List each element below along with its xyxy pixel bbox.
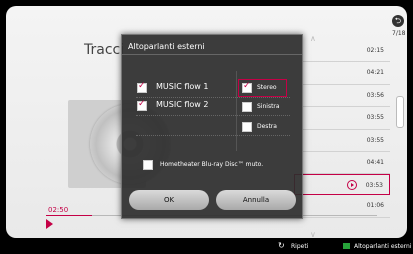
time-elapsed: 02:50 bbox=[48, 206, 69, 214]
dialog-title: Altoparlanti esterni bbox=[128, 42, 205, 51]
track-row[interactable]: 02:15 bbox=[302, 40, 390, 63]
page-indicator: 7/18 bbox=[392, 30, 406, 37]
divider bbox=[136, 135, 290, 137]
play-icon bbox=[46, 219, 53, 229]
divider bbox=[122, 54, 302, 55]
track-row-selected[interactable]: 03:53 bbox=[294, 174, 390, 196]
track-row[interactable]: 03:55 bbox=[302, 130, 390, 152]
track-time: 04:41 bbox=[366, 158, 384, 166]
track-time: 03:55 bbox=[366, 136, 384, 144]
track-time: 03:56 bbox=[366, 91, 384, 99]
track-time: 02:15 bbox=[366, 47, 384, 54]
track-time: 03:53 bbox=[365, 182, 383, 190]
track-time: 04:21 bbox=[366, 69, 384, 77]
track-title: Tracci bbox=[84, 42, 125, 58]
speakers-label[interactable]: Altoparlanti esterni bbox=[354, 243, 412, 250]
track-time: 03:55 bbox=[366, 114, 384, 122]
play-circle-icon bbox=[347, 180, 357, 191]
mute-label: Hometheater Blu-ray Disc™ muto. bbox=[160, 161, 264, 168]
checkbox-stereo[interactable] bbox=[242, 81, 252, 93]
bottom-bar: ↻ Ripeti Altoparlanti esterni bbox=[0, 238, 413, 254]
repeat-icon: ↻ bbox=[278, 241, 285, 250]
green-button-icon bbox=[343, 243, 350, 249]
track-list: 02:15 04:21 03:56 03:55 03:55 04:41 03:5… bbox=[294, 40, 390, 218]
checkbox-music-flow-2[interactable] bbox=[137, 99, 147, 111]
track-row[interactable]: 03:56 bbox=[302, 85, 390, 108]
device-label: MUSIC flow 1 bbox=[156, 82, 209, 91]
divider bbox=[236, 71, 237, 151]
back-icon[interactable]: ⮌ bbox=[392, 15, 404, 27]
track-row[interactable]: 04:41 bbox=[302, 152, 390, 175]
progress-fill bbox=[46, 215, 93, 216]
checkbox-destra[interactable] bbox=[242, 122, 252, 132]
repeat-label[interactable]: Ripeti bbox=[291, 243, 308, 250]
external-speakers-dialog: Altoparlanti esterni MUSIC flow 1 MUSIC … bbox=[121, 34, 303, 219]
checkbox-music-flow-1[interactable] bbox=[137, 81, 147, 93]
ok-button[interactable]: OK bbox=[129, 190, 209, 210]
scrollbar-thumb[interactable] bbox=[396, 96, 404, 128]
channel-label: Stereo bbox=[257, 84, 277, 91]
checkbox-sinistra[interactable] bbox=[242, 102, 252, 112]
track-row[interactable]: 04:21 bbox=[302, 62, 390, 85]
cancel-button[interactable]: Annulla bbox=[216, 190, 296, 210]
device-label: MUSIC flow 2 bbox=[156, 100, 209, 109]
divider bbox=[136, 115, 290, 117]
channel-label: Sinistra bbox=[257, 103, 280, 110]
divider bbox=[136, 97, 290, 99]
track-time: 01:06 bbox=[366, 202, 384, 210]
track-row[interactable]: 03:55 bbox=[302, 107, 390, 130]
scrollbar[interactable] bbox=[396, 76, 404, 152]
chevron-down-icon[interactable]: ∨ bbox=[310, 230, 316, 238]
channel-label: Destra bbox=[257, 123, 277, 130]
screen: ⮌ 7/18 Tracci ∧ 02:15 04:21 03:56 03:55 … bbox=[0, 0, 413, 254]
checkbox-mute[interactable] bbox=[143, 160, 153, 170]
